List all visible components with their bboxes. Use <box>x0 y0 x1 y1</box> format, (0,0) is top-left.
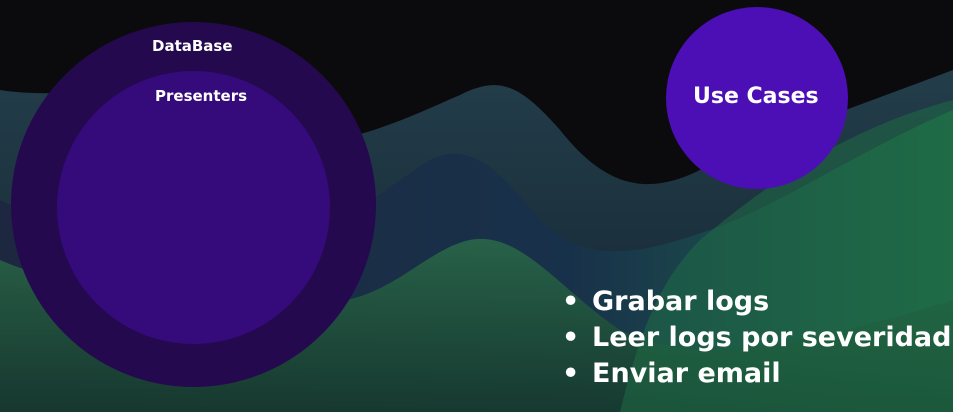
use-cases-label: Use Cases <box>693 84 819 109</box>
list-item-text: Grabar logs <box>592 286 770 317</box>
presenters-label: Presenters <box>155 87 248 105</box>
list-item-text: Enviar email <box>592 358 781 389</box>
database-label: DataBase <box>152 37 233 55</box>
list-item: • Leer logs por severidad <box>562 320 951 356</box>
bullet-icon: • <box>562 358 580 389</box>
bullet-icon: • <box>562 322 580 353</box>
bullet-icon: • <box>562 286 580 317</box>
slide: DataBase Presenters Use Cases • Grabar lo… <box>0 0 953 412</box>
list-item: • Grabar logs <box>562 284 951 320</box>
list-item-text: Leer logs por severidad <box>592 322 952 353</box>
use-case-list: • Grabar logs • Leer logs por severidad • E… <box>562 284 951 392</box>
list-item: • Enviar email <box>562 356 951 392</box>
presenters-circle <box>57 71 330 344</box>
